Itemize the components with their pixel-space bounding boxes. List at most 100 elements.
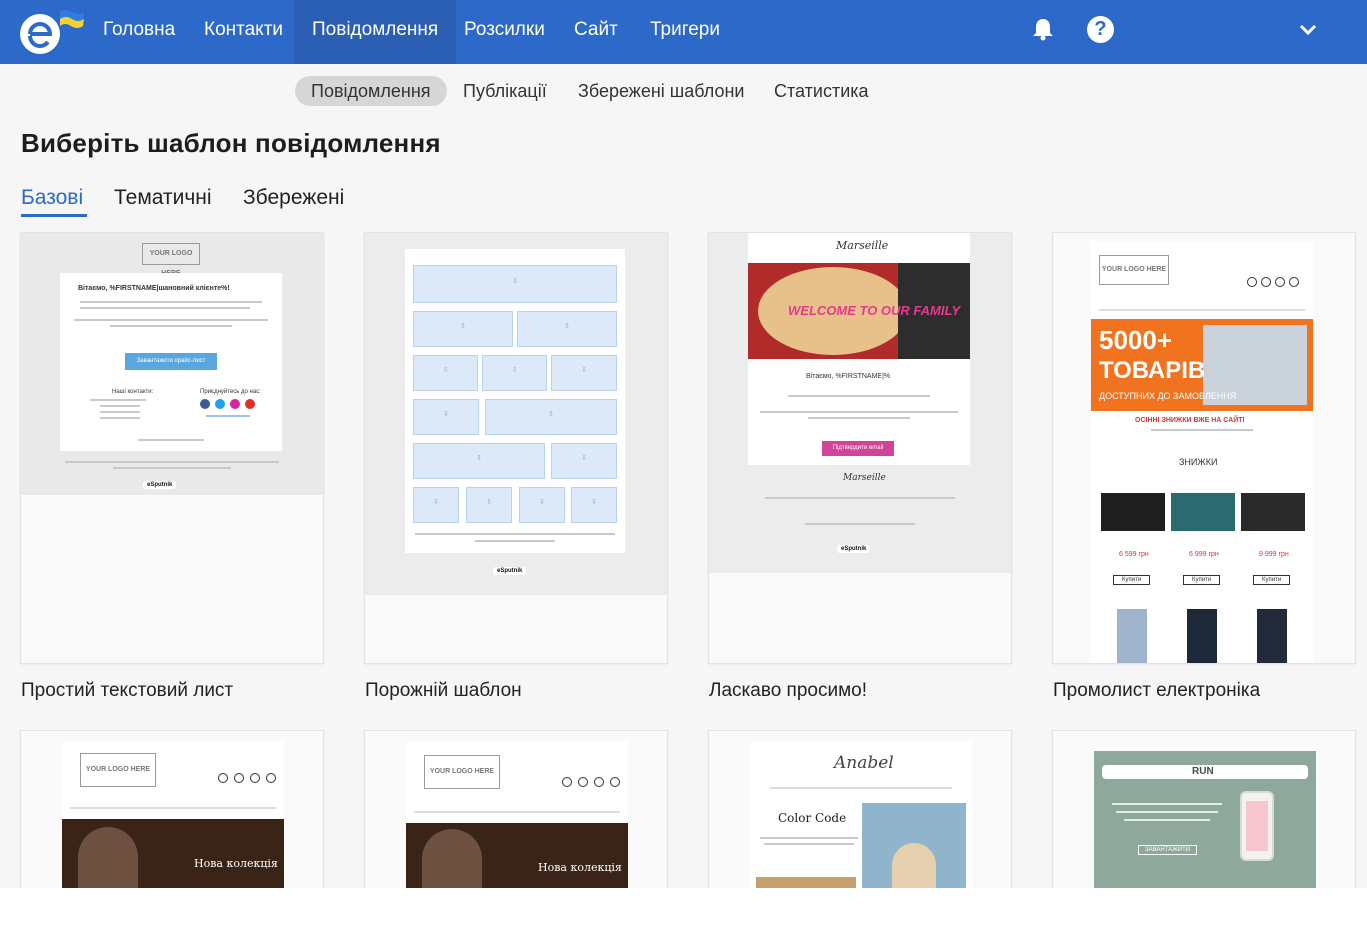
tv-image	[1241, 493, 1305, 531]
instagram-icon	[230, 399, 240, 409]
phone-image	[1257, 609, 1287, 663]
placeholder-block	[413, 443, 545, 479]
preview-footer-line	[475, 540, 555, 542]
preview-download-button: Завантажити прайс-лист	[125, 353, 217, 370]
preview-footer-brand: Marseille	[843, 473, 886, 483]
preview-buy-button: Купити	[1253, 575, 1291, 585]
template-title-empty[interactable]: Порожній шаблон	[365, 680, 522, 702]
help-icon[interactable]: ?	[1087, 16, 1114, 43]
subnav-publications[interactable]: Публікації	[447, 76, 563, 106]
template-card-empty[interactable]: eSputnik	[364, 232, 668, 664]
placeholder-block	[413, 399, 479, 435]
template-card-electronics[interactable]: YOUR LOGO HERE 5000+ ТОВАРІВ ДОСТУПНИХ Д…	[1052, 232, 1356, 664]
preview-email-body: YOUR LOGO HERE Нова колекція	[406, 741, 628, 888]
preview-download-button: ЗАВАНТАЖИТИ	[1138, 845, 1198, 855]
preview-logo: YOUR LOGO HERE	[424, 755, 500, 789]
twitter-icon	[234, 773, 244, 783]
esputnik-badge: eSputnik	[837, 545, 871, 553]
preview-text-line	[80, 307, 250, 309]
tab-thematic[interactable]: Тематичні	[114, 186, 212, 210]
template-title-welcome[interactable]: Ласкаво просимо!	[709, 680, 867, 702]
twitter-icon	[1261, 277, 1271, 287]
preview-text-line	[100, 405, 140, 407]
bell-icon[interactable]	[1030, 16, 1056, 42]
preview-banner: WELCOME TO OUR FAMILY	[748, 263, 970, 359]
product-image	[756, 877, 856, 888]
template-card-run[interactable]: RUN ЗАВАНТАЖИТИ	[1052, 730, 1356, 888]
template-card-anabel[interactable]: Anabel Color Code	[708, 730, 1012, 888]
placeholder-block	[519, 487, 565, 523]
preview-email-body	[405, 249, 625, 553]
preview-footer-line	[765, 497, 955, 499]
subnav-saved-templates[interactable]: Збережені шаблони	[562, 76, 760, 106]
template-card-welcome[interactable]: Marseille WELCOME TO OUR FAMILY Вітаємо,…	[708, 232, 1012, 664]
youtube-icon	[610, 777, 620, 787]
twitter-icon	[578, 777, 588, 787]
placeholder-block	[551, 355, 617, 391]
preview-footer-line	[805, 523, 915, 525]
subnav-statistics[interactable]: Статистика	[758, 76, 885, 106]
template-card-simple-text[interactable]: YOUR LOGO HERE Вітаємо, %FIRSTNAME|шанов…	[20, 232, 324, 664]
facebook-icon	[1247, 277, 1257, 287]
preview-footer-line	[65, 461, 279, 463]
preview-price: 6 999 грн	[1189, 551, 1219, 558]
preview-unsubscribe-line	[138, 439, 204, 441]
nav-item-triggers[interactable]: Тригери	[632, 0, 738, 64]
preview-buy-button: Купити	[1183, 575, 1221, 585]
template-card-fashion-2[interactable]: YOUR LOGO HERE Нова колекція	[364, 730, 668, 888]
preview-text-line	[764, 843, 854, 845]
template-card-fashion-1[interactable]: YOUR LOGO HERE Нова колекція	[20, 730, 324, 888]
nav-item-contacts[interactable]: Контакти	[186, 0, 301, 64]
preview-banner-sub: ДОСТУПНИХ ДО ЗАМОВЛЕННЯ	[1099, 391, 1237, 401]
youtube-icon	[266, 773, 276, 783]
preview-promo-line: ОСІННІ ЗНИЖКИ ВЖЕ НА САЙТІ	[1135, 417, 1245, 424]
preview-text-line	[100, 417, 140, 419]
preview-banner: Нова колекція	[406, 823, 628, 888]
template-title-electronics[interactable]: Промолист електроніка	[1053, 680, 1260, 702]
preview-footer-line	[113, 467, 231, 469]
placeholder-block	[413, 311, 513, 347]
nav-item-messages[interactable]: Повідомлення	[294, 0, 457, 64]
nav-item-campaigns[interactable]: Розсилки	[446, 0, 563, 64]
tab-basic[interactable]: Базові	[21, 186, 83, 210]
phone-screen	[1246, 801, 1268, 851]
chevron-down-icon[interactable]	[1297, 18, 1319, 40]
preview-brand: Anabel	[834, 753, 894, 773]
preview-social-label: Приєднуйтесь до нас:	[200, 389, 261, 395]
esputnik-badge: eSputnik	[143, 481, 177, 489]
placeholder-block	[413, 265, 617, 303]
subnav-messages[interactable]: Повідомлення	[295, 76, 447, 106]
preview-greeting: Вітаємо, %FIRSTNAME|шановний клієнте%!	[78, 285, 230, 292]
twitter-icon	[215, 399, 225, 409]
placeholder-block	[485, 399, 617, 435]
tv-image	[1171, 493, 1235, 531]
youtube-icon	[245, 399, 255, 409]
preview-contacts-label: Наші контакти:	[112, 389, 154, 395]
instagram-icon	[250, 773, 260, 783]
placeholder-block	[482, 355, 547, 391]
tv-image	[1101, 493, 1165, 531]
preview-text-line	[1124, 819, 1210, 821]
template-title-simple-text[interactable]: Простий текстовий лист	[21, 680, 233, 702]
preview-menu-line	[414, 811, 620, 813]
preview-logo: YOUR LOGO HERE	[80, 753, 156, 787]
esputnik-logo[interactable]	[18, 6, 84, 56]
preview-text-line	[110, 325, 232, 327]
preview-banner-caption: Нова колекція	[538, 861, 622, 874]
nav-item-home[interactable]: Головна	[85, 0, 193, 64]
preview-menu-line	[70, 807, 276, 809]
tab-saved[interactable]: Збережені	[243, 186, 344, 210]
preview-brand: Marseille	[836, 239, 889, 252]
esputnik-badge: eSputnik	[493, 567, 527, 575]
preview-text-line	[100, 411, 140, 413]
preview-text-line	[80, 301, 262, 303]
phone-image	[1117, 609, 1147, 663]
instagram-icon	[594, 777, 604, 787]
preview-text-line	[90, 399, 146, 401]
preview-menu-line	[770, 787, 952, 789]
preview-text-line	[1112, 803, 1222, 805]
preview-logo: YOUR LOGO HERE	[1099, 255, 1169, 285]
active-tab-indicator	[21, 214, 87, 217]
preview-email-body: YOUR LOGO HERE Нова колекція	[62, 741, 284, 888]
nav-item-site[interactable]: Сайт	[556, 0, 636, 64]
